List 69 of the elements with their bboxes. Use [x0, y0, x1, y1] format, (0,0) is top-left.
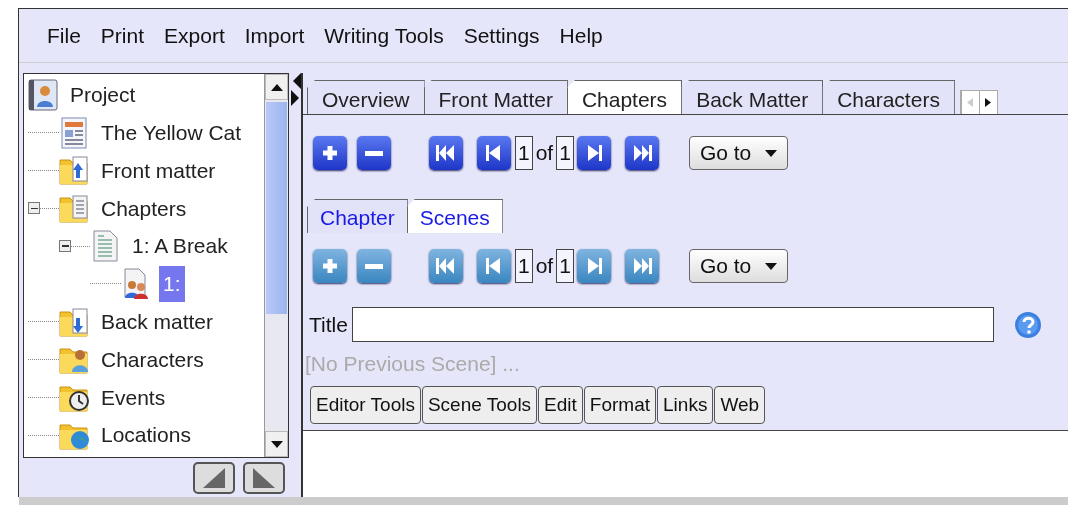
tree-item[interactable]: Events — [97, 379, 170, 415]
menu-item[interactable]: Settings — [453, 19, 550, 52]
first-button[interactable] — [429, 136, 463, 170]
tab[interactable]: Back Matter — [681, 80, 824, 114]
add-button[interactable] — [313, 136, 347, 170]
previous-button[interactable] — [477, 136, 511, 170]
editor-tab[interactable]: Web — [714, 385, 766, 424]
of-label: of — [535, 253, 554, 280]
tab[interactable]: Chapters — [566, 80, 683, 114]
project-icon — [28, 78, 58, 111]
menu-item[interactable]: File — [37, 19, 91, 52]
triangle-icon — [253, 468, 275, 488]
page-count: 1 — [556, 249, 574, 283]
menu-item[interactable]: Export — [154, 19, 235, 52]
menu-item[interactable]: Help — [549, 19, 613, 52]
minus-icon — [365, 263, 383, 269]
splitter-arrows-icon[interactable] — [291, 73, 301, 107]
folder-icon — [59, 192, 89, 225]
goto-dropdown[interactable]: Go to — [688, 136, 789, 170]
menu-item[interactable]: Import — [234, 19, 315, 52]
tab[interactable]: Characters — [822, 80, 955, 114]
tree-item[interactable]: Project — [66, 77, 140, 113]
page-count: 1 — [556, 136, 574, 170]
folder-icon — [59, 154, 89, 187]
document-icon — [59, 116, 89, 149]
last-button[interactable] — [624, 136, 659, 170]
editor-tab[interactable]: Format — [583, 385, 657, 424]
collapse-button[interactable] — [193, 462, 235, 494]
minus-icon — [365, 150, 383, 156]
collapse-toggle[interactable] — [28, 202, 40, 215]
caret-icon — [765, 149, 778, 157]
people-icon — [121, 267, 151, 300]
tree-item[interactable]: Back matter — [97, 303, 218, 340]
tree-item[interactable]: Locations — [97, 417, 195, 453]
tree-item[interactable]: The Yellow Cat — [97, 114, 246, 151]
expand-button[interactable] — [243, 462, 285, 494]
title-label: Title — [309, 311, 348, 338]
tree-item[interactable]: Characters — [97, 341, 208, 378]
scroll-right-icon[interactable] — [985, 98, 992, 107]
menu-item[interactable]: Print — [90, 19, 155, 52]
tab[interactable]: Overview — [307, 80, 425, 114]
collapse-toggle[interactable] — [59, 240, 71, 253]
editor-tab[interactable]: Edit — [538, 385, 583, 424]
editor-tab[interactable]: Editor Tools — [310, 385, 421, 424]
triangle-icon — [203, 468, 225, 488]
menu-item[interactable]: Writing Tools — [314, 19, 454, 52]
scroll-down-icon[interactable] — [270, 440, 283, 448]
page-field[interactable]: 1 — [515, 136, 533, 170]
title-field[interactable] — [351, 307, 994, 342]
scrollbar[interactable] — [264, 74, 288, 457]
tree-item[interactable]: Front matter — [97, 152, 220, 189]
tab[interactable]: Scenes — [406, 199, 503, 233]
tab[interactable]: Chapter — [307, 199, 408, 233]
editor-tab[interactable]: Links — [657, 385, 714, 424]
caret-icon — [765, 262, 778, 270]
of-label: of — [535, 140, 554, 167]
scrollbar-thumb[interactable] — [266, 102, 287, 314]
page-icon — [90, 230, 120, 263]
tree-item[interactable]: 1: — [159, 266, 185, 302]
scroll-up-icon[interactable] — [270, 83, 283, 91]
help-icon[interactable] — [1013, 310, 1042, 339]
next-button[interactable] — [576, 136, 611, 170]
tree-item[interactable]: Chapters — [97, 190, 191, 227]
tree-item[interactable]: 1: A Break — [128, 228, 232, 264]
editor-tab[interactable]: Scene Tools — [421, 385, 538, 424]
folder-icon — [59, 305, 89, 338]
previous-scene-text: [No Previous Scene] ... — [304, 351, 521, 377]
remove-button[interactable] — [357, 136, 391, 170]
tab[interactable]: Front Matter — [423, 80, 568, 114]
